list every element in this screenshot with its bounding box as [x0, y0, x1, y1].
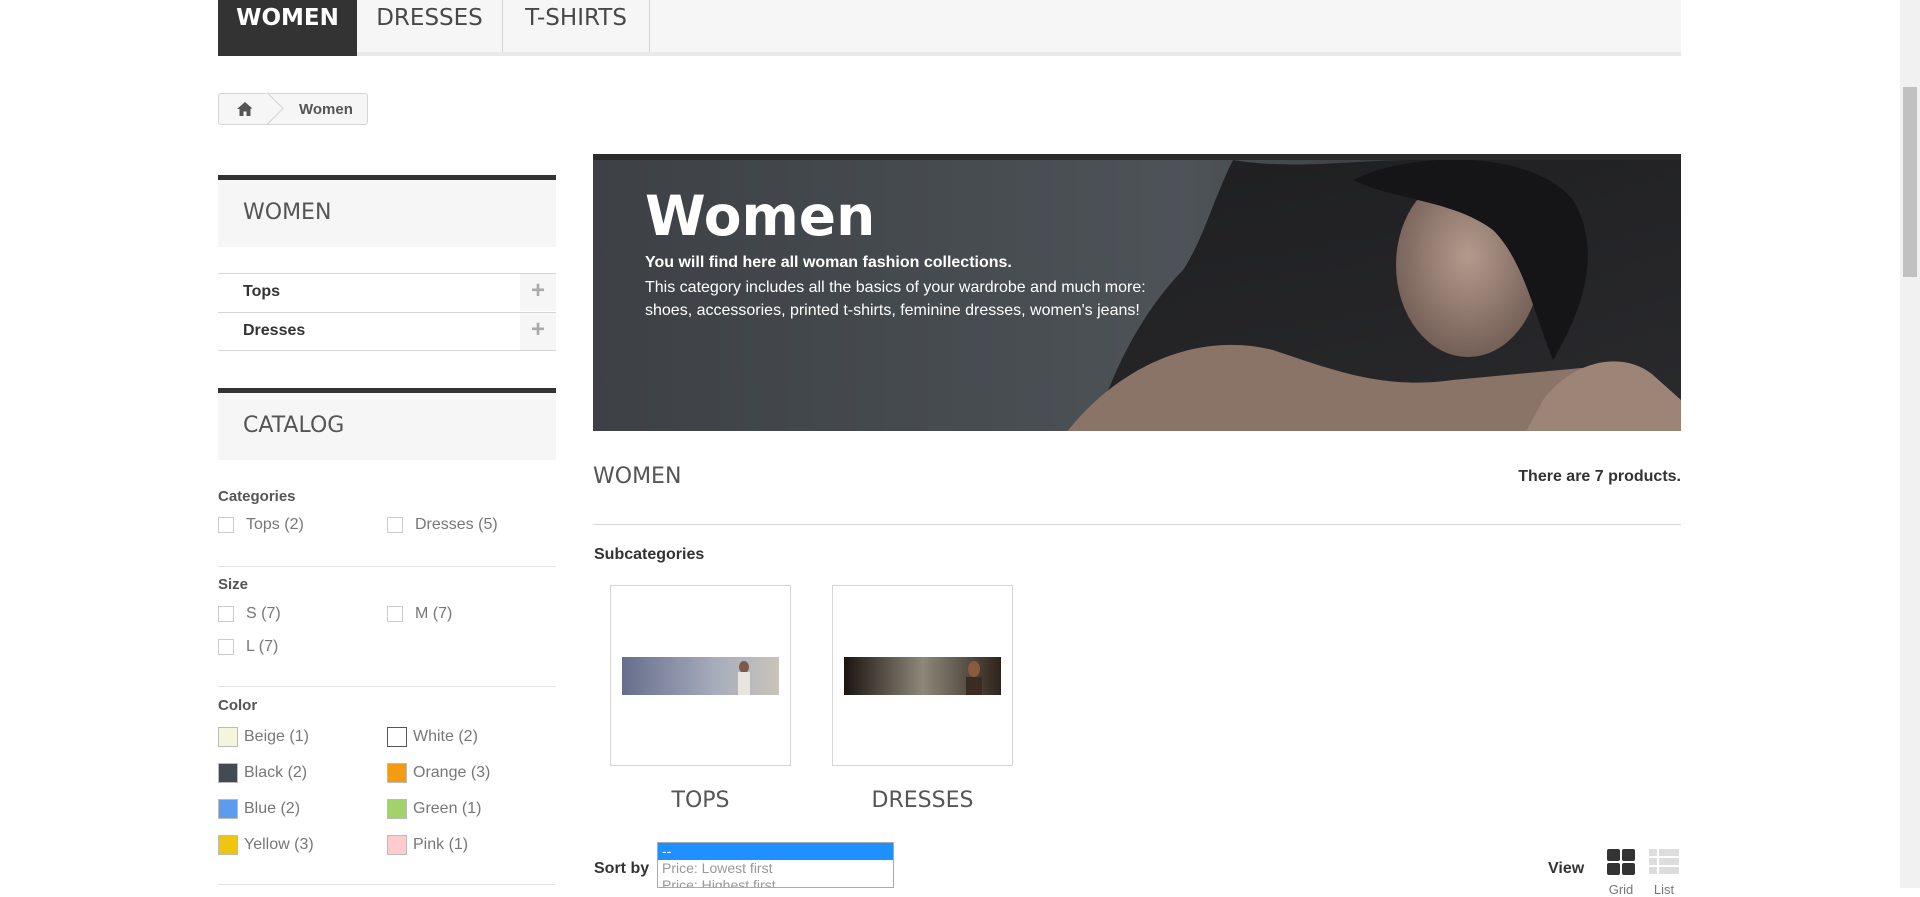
- color-swatch[interactable]: [218, 799, 238, 819]
- filter-label: Black (2): [244, 764, 308, 781]
- grid-view-label: Grid: [1608, 882, 1634, 897]
- category-banner: Women You will find here all woman fashi…: [593, 154, 1681, 431]
- category-dresses[interactable]: Dresses +: [218, 312, 556, 351]
- filter-category-tops[interactable]: Tops (2): [218, 516, 304, 534]
- color-swatch[interactable]: [218, 763, 238, 783]
- scrollbar-thumb[interactable]: [1903, 87, 1917, 277]
- filter-size-title: Size: [218, 576, 249, 593]
- subcategory-tops-thumbnail: [622, 657, 779, 695]
- category-heading: WOMEN: [593, 464, 682, 489]
- list-view-label: List: [1653, 882, 1675, 897]
- filter-size-m[interactable]: M (7): [387, 605, 452, 623]
- banner-subtitle: You will find here all woman fashion col…: [645, 254, 1012, 271]
- checkbox[interactable]: [387, 517, 403, 533]
- top-menu: WOMEN DRESSES T-SHIRTS: [218, 0, 1681, 56]
- filter-color-option[interactable]: Orange (3): [387, 763, 490, 783]
- tab-dresses[interactable]: DRESSES: [357, 0, 503, 52]
- filter-label: Green (1): [413, 800, 482, 817]
- checkbox[interactable]: [218, 606, 234, 622]
- expand-plus-icon[interactable]: +: [520, 274, 556, 311]
- sort-select[interactable]: -- Price: Lowest first Price: Highest fi…: [657, 842, 894, 888]
- category-label[interactable]: Dresses: [243, 322, 305, 340]
- filter-label: Beige (1): [244, 728, 309, 745]
- checkbox[interactable]: [218, 517, 234, 533]
- divider: [593, 524, 1681, 525]
- expand-plus-icon[interactable]: +: [520, 313, 556, 350]
- list-icon: [1649, 849, 1679, 874]
- filter-label: Pink (1): [413, 836, 469, 853]
- filter-color-option[interactable]: Black (2): [218, 763, 307, 783]
- banner-description: This category includes all the basics of…: [645, 279, 1146, 319]
- banner-title: Women: [645, 184, 876, 248]
- tab-t-shirts[interactable]: T-SHIRTS: [503, 0, 650, 52]
- subcategory-dresses-thumbnail: [844, 657, 1001, 695]
- subcategory-tops-image[interactable]: [610, 585, 791, 766]
- filter-color-option[interactable]: Green (1): [387, 799, 481, 819]
- color-swatch[interactable]: [387, 763, 407, 783]
- filter-label: L (7): [246, 638, 279, 655]
- checkbox[interactable]: [387, 606, 403, 622]
- women-block-title: WOMEN: [218, 175, 556, 247]
- home-icon: [237, 102, 253, 116]
- color-swatch[interactable]: [387, 835, 407, 855]
- catalog-block-title: CATALOG: [218, 388, 556, 460]
- sort-option[interactable]: Price: Lowest first: [658, 860, 893, 877]
- breadcrumb-current: Women: [299, 100, 353, 118]
- breadcrumb: Women: [218, 93, 368, 125]
- grid-view-button[interactable]: Grid: [1606, 849, 1636, 897]
- color-swatch[interactable]: [387, 727, 407, 747]
- sort-option[interactable]: Price: Highest first: [658, 877, 893, 887]
- subcategory-dresses-name[interactable]: DRESSES: [832, 788, 1013, 813]
- filter-categories-title: Categories: [218, 488, 296, 505]
- filter-label: S (7): [246, 605, 281, 622]
- subcategory-tops-name[interactable]: TOPS: [610, 788, 791, 813]
- filter-label: Tops (2): [246, 516, 304, 533]
- category-tops[interactable]: Tops +: [218, 273, 556, 311]
- category-label[interactable]: Tops: [243, 283, 280, 301]
- checkbox[interactable]: [218, 639, 234, 655]
- filter-label: Blue (2): [244, 800, 301, 817]
- filter-category-dresses[interactable]: Dresses (5): [387, 516, 498, 534]
- filter-label: Yellow (3): [244, 836, 314, 853]
- filter-size-s[interactable]: S (7): [218, 605, 281, 623]
- filter-color-title: Color: [218, 697, 258, 714]
- color-swatch[interactable]: [387, 799, 407, 819]
- page: WOMEN DRESSES T-SHIRTS Women WOMEN Tops …: [218, 0, 1681, 897]
- sort-by-label: Sort by: [594, 860, 650, 877]
- subcategory-dresses-image[interactable]: [832, 585, 1013, 766]
- grid-icon: [1607, 849, 1635, 875]
- product-count: There are 7 products.: [1518, 468, 1681, 485]
- filter-label: M (7): [415, 605, 453, 622]
- filter-size-l[interactable]: L (7): [218, 638, 278, 656]
- color-swatch[interactable]: [218, 727, 238, 747]
- filter-color-option[interactable]: Beige (1): [218, 727, 309, 747]
- view-label: View: [1548, 860, 1585, 877]
- divider: [218, 566, 556, 567]
- breadcrumb-home-link[interactable]: [219, 94, 271, 124]
- page-scrollbar[interactable]: [1900, 0, 1920, 888]
- color-swatch[interactable]: [218, 835, 238, 855]
- tab-women[interactable]: WOMEN: [218, 0, 357, 56]
- filter-color-option[interactable]: White (2): [387, 727, 478, 747]
- filter-label: Orange (3): [413, 764, 491, 781]
- filter-color-option[interactable]: Blue (2): [218, 799, 300, 819]
- filter-label: Dresses (5): [415, 516, 498, 533]
- filter-label: White (2): [413, 728, 478, 745]
- subcategories-title: Subcategories: [594, 546, 705, 563]
- filter-color-option[interactable]: Yellow (3): [218, 835, 314, 855]
- filter-color-option[interactable]: Pink (1): [387, 835, 468, 855]
- divider: [218, 884, 556, 885]
- sort-option[interactable]: --: [658, 843, 893, 860]
- list-view-button[interactable]: List: [1649, 849, 1679, 897]
- divider: [218, 686, 556, 687]
